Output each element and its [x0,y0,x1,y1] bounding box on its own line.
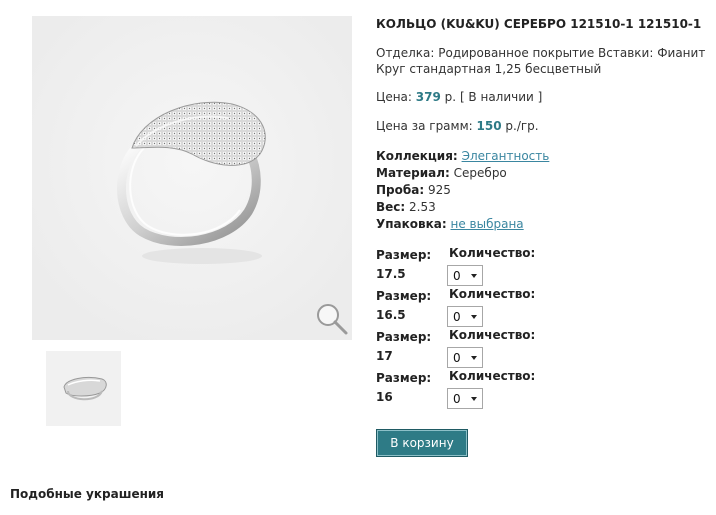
chevron-down-icon [471,397,477,401]
availability-badge: [ В наличии ] [459,90,543,104]
size-label: Размер: [376,330,432,344]
weight-value: 2.53 [409,200,436,214]
quantity-value: 0 [453,310,461,324]
chevron-down-icon [471,356,477,360]
product-title: КОЛЬЦО (KU&KU) СЕРЕБРО 121510-1 121510-1 [376,17,702,31]
gram-price-label: Цена за грамм: [376,119,473,133]
quantity-select[interactable]: 0 [447,388,483,409]
product-main-image[interactable] [32,16,352,340]
material-value: Серебро [453,166,507,180]
size-value: 16.5 [376,308,406,322]
chevron-down-icon [471,315,477,319]
product-properties: Коллекция: Элегантность Материал: Серебр… [376,148,549,233]
package-link[interactable]: не выбрана [451,217,524,231]
collection-link[interactable]: Элегантность [462,149,550,163]
material-label: Материал: [376,166,450,180]
probe-label: Проба: [376,183,425,197]
add-to-cart-button[interactable]: В корзину [376,429,468,457]
size-label: Размер: [376,289,432,303]
product-description: Отделка: Родированное покрытие Вставки: … [376,46,706,76]
price-currency: р. [444,90,457,104]
size-value: 17.5 [376,267,406,281]
similar-items-heading: Подобные украшения [10,487,165,501]
product-thumbnail[interactable] [46,351,121,426]
gram-price-value: 150 [476,119,502,133]
probe-value: 925 [427,183,451,197]
quantity-value: 0 [453,351,461,365]
chevron-down-icon [471,274,477,278]
size-label: Размер: [376,371,432,385]
gram-price-unit: р./гр. [505,119,539,133]
zoom-icon[interactable] [314,301,350,337]
quantity-select[interactable]: 0 [447,306,483,327]
quantity-label: Количество: [449,328,536,342]
size-label: Размер: [376,248,432,262]
quantity-select[interactable]: 0 [447,347,483,368]
weight-label: Вес: [376,200,406,214]
collection-label: Коллекция: [376,149,458,163]
price-value: 379 [415,90,441,104]
quantity-label: Количество: [449,369,536,383]
gram-price-row: Цена за грамм: 150 р./гр. [376,119,539,133]
package-label: Упаковка: [376,217,447,231]
quantity-value: 0 [453,392,461,406]
price-label: Цена: [376,90,412,104]
price-row: Цена: 379 р. [ В наличии ] [376,90,542,104]
quantity-select[interactable]: 0 [447,265,483,286]
quantity-label: Количество: [449,287,536,301]
size-value: 16 [376,390,393,404]
ring-image [32,16,352,340]
quantity-label: Количество: [449,246,536,260]
quantity-value: 0 [453,269,461,283]
size-value: 17 [376,349,393,363]
